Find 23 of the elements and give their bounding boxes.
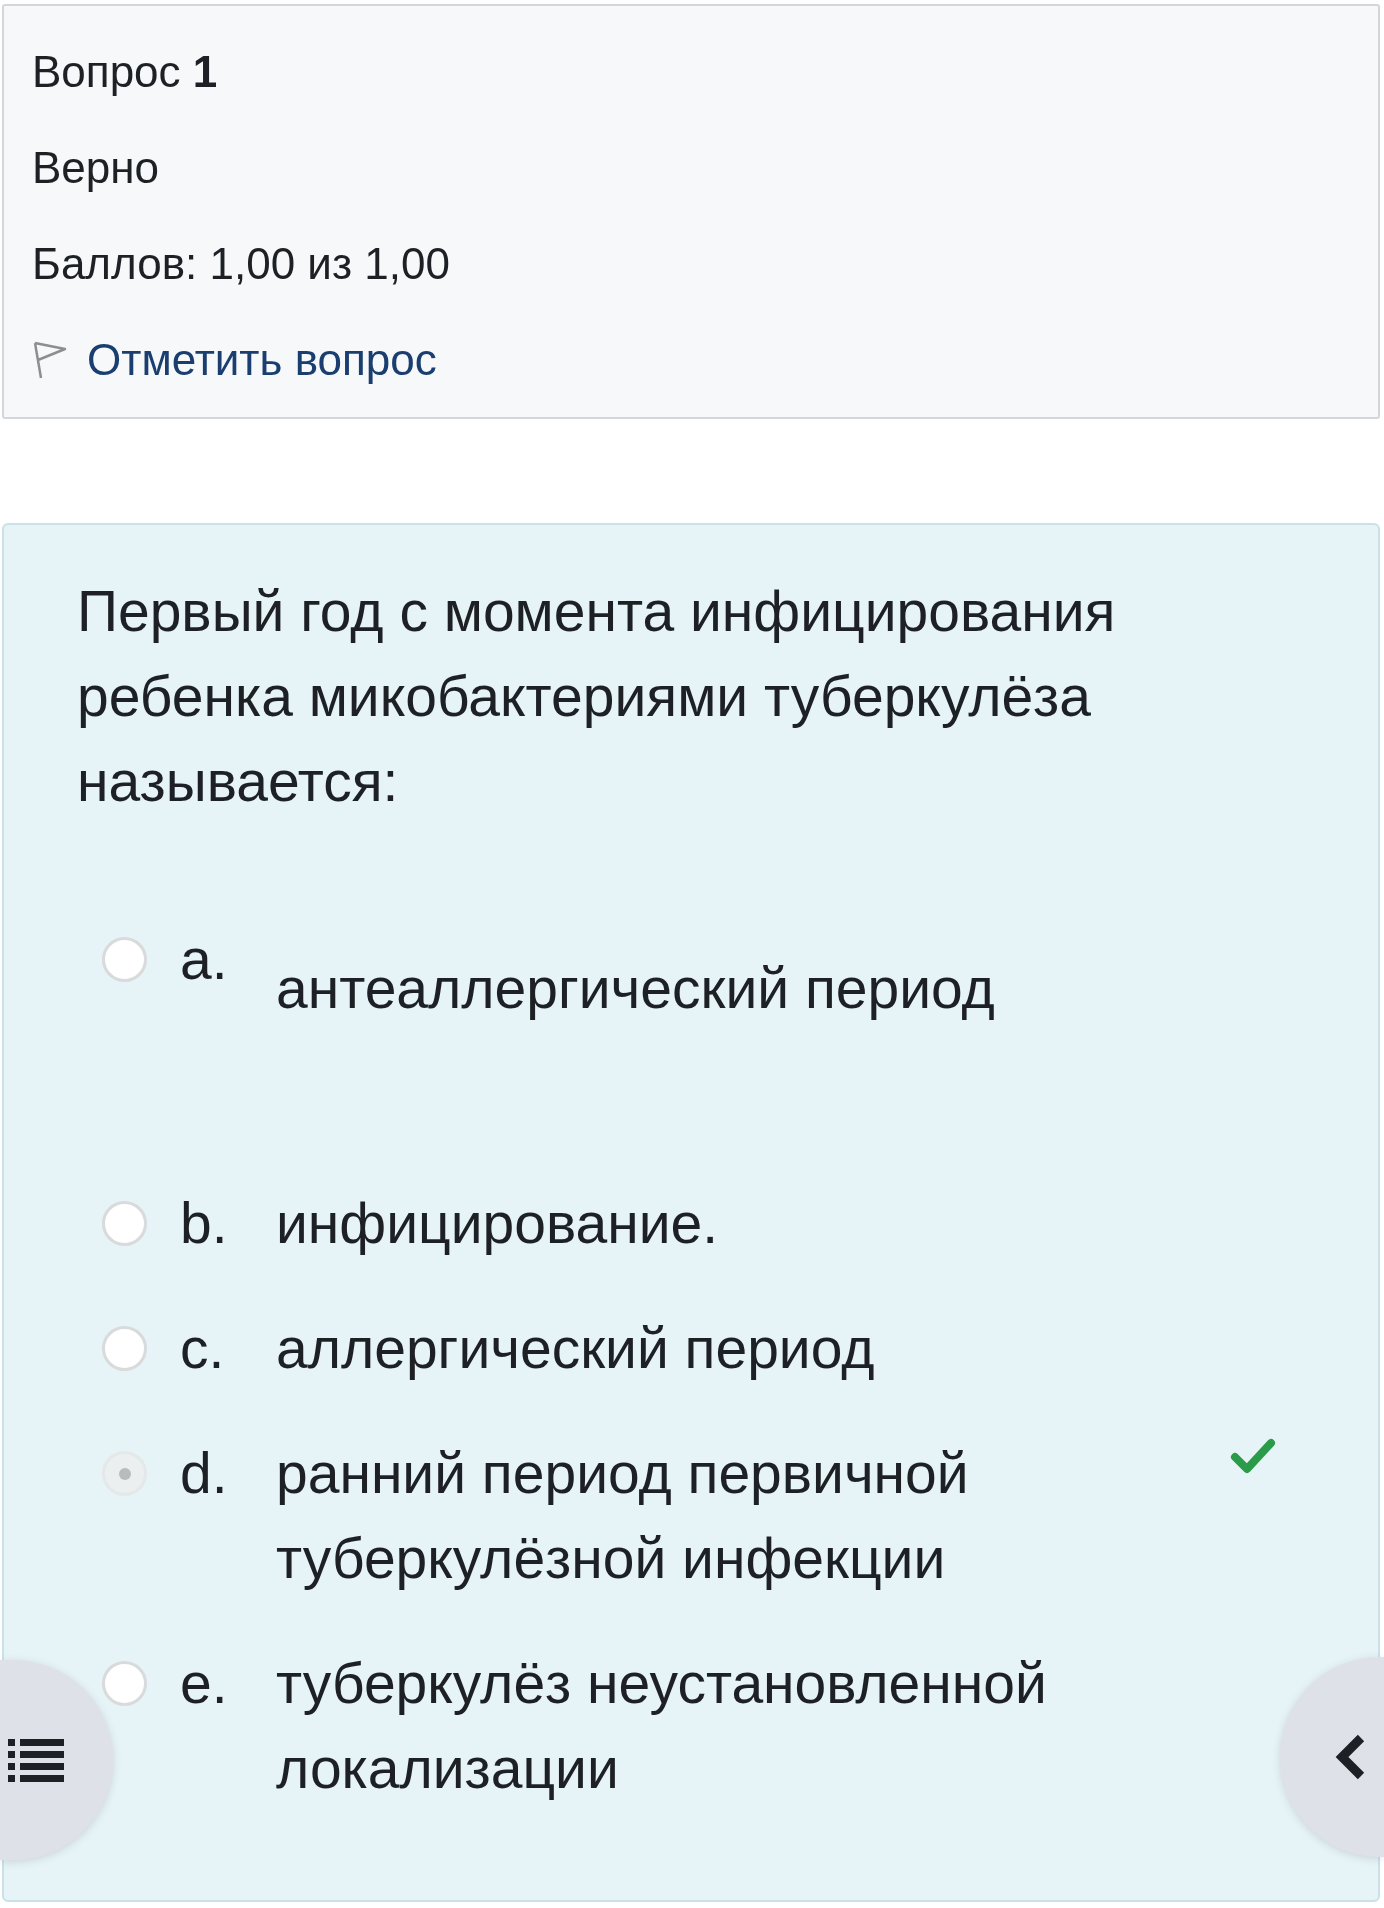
option-letter: e. <box>180 1650 229 1717</box>
radio-button[interactable] <box>102 1451 147 1496</box>
radio-button[interactable] <box>102 1201 147 1246</box>
chevron-left-icon <box>1335 1733 1367 1781</box>
option-text: аллергический период <box>276 1315 876 1382</box>
radio-button[interactable] <box>102 1326 147 1371</box>
option-text: антеаллергический период <box>276 955 996 1022</box>
flag-question-link[interactable]: Отметить вопрос <box>32 330 437 390</box>
option-text: ранний период первичной туберкулёзной инфекции <box>276 1440 970 1592</box>
grade-text: Баллов: 1,00 из 1,00 <box>32 238 450 290</box>
option-text: туберкулёз неустановленной локализации <box>276 1650 1048 1802</box>
question-title: Вопрос 1 <box>32 46 218 98</box>
question-status: Верно <box>32 142 160 194</box>
option-text: инфицирование. <box>276 1190 720 1257</box>
question-text: Первый год с момента инфицирования ребенка микобактериями туберкулёза называется: <box>77 578 1117 815</box>
option-letter: d. <box>180 1440 229 1507</box>
radio-button[interactable] <box>102 937 147 982</box>
list-icon <box>8 1738 64 1782</box>
radio-button[interactable] <box>102 1661 147 1706</box>
option-letter: c. <box>180 1315 226 1382</box>
option-letter: a. <box>180 926 229 993</box>
flag-icon <box>32 341 67 379</box>
option-letter: b. <box>180 1190 229 1257</box>
